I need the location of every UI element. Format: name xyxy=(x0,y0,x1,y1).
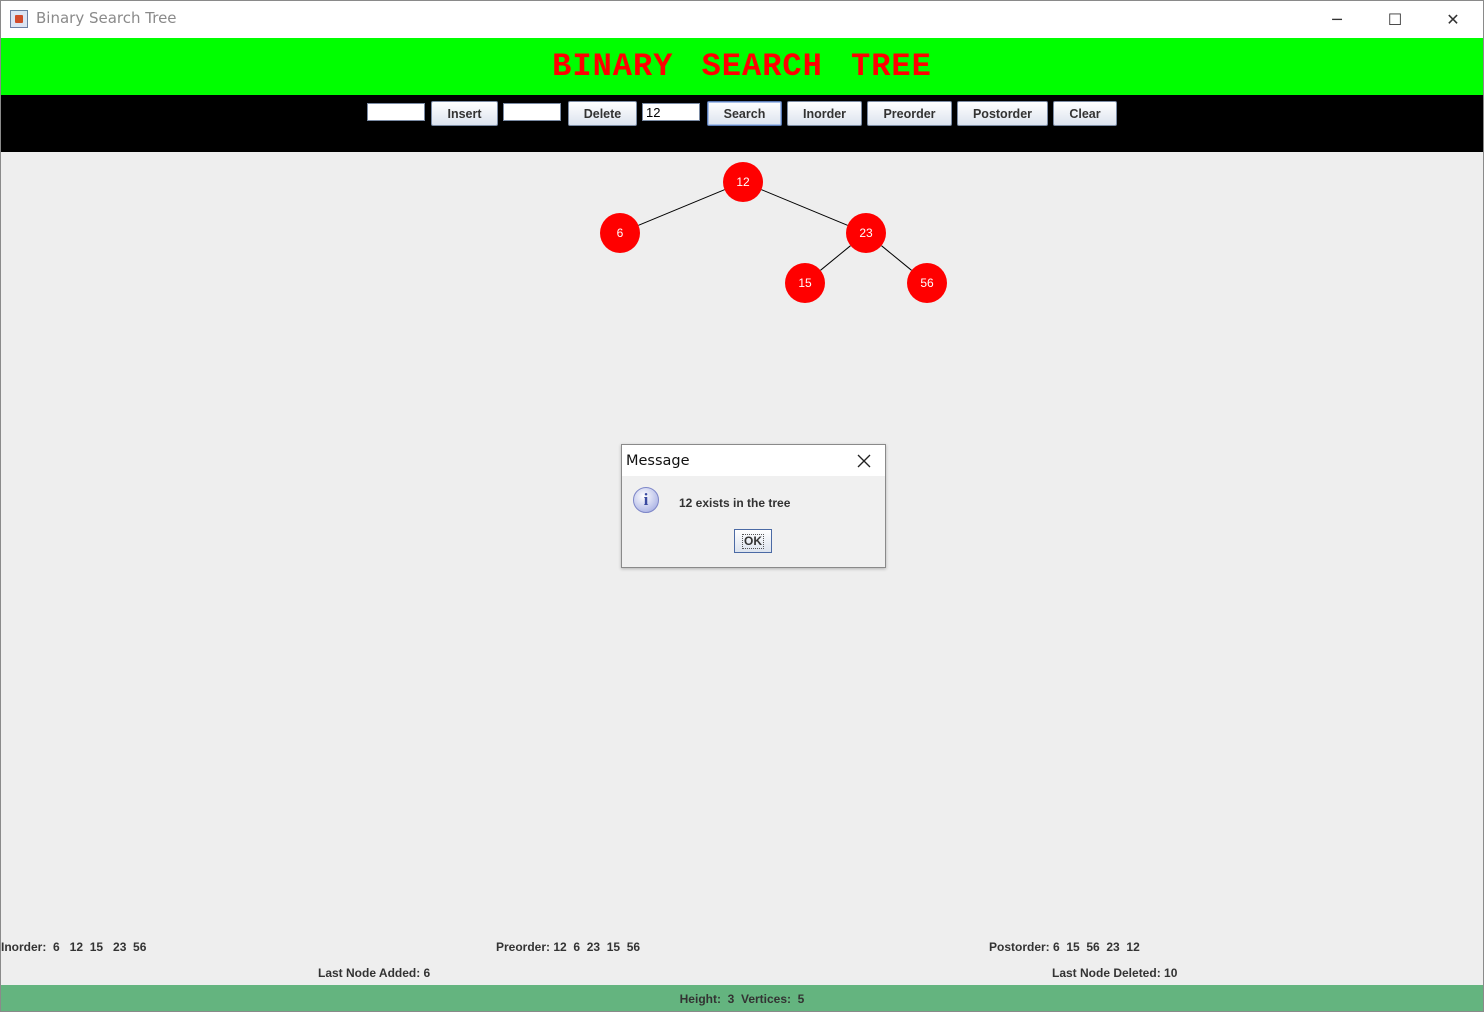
tree-edge xyxy=(638,189,725,226)
window-title: Binary Search Tree xyxy=(36,9,177,27)
banner-title: BINARY SEARCH TREE xyxy=(552,48,932,85)
tree-node-label: 23 xyxy=(859,226,873,240)
header-banner: BINARY SEARCH TREE xyxy=(1,38,1483,95)
clear-button[interactable]: Clear xyxy=(1053,101,1117,126)
dialog-message: 12 exists in the tree xyxy=(679,496,791,510)
close-icon: ✕ xyxy=(1446,9,1460,29)
tree-node-label: 15 xyxy=(798,276,812,290)
java-app-icon xyxy=(10,10,28,28)
tree-node-label: 56 xyxy=(920,276,934,290)
search-input[interactable] xyxy=(642,103,700,121)
info-icon: i xyxy=(633,487,659,513)
close-icon[interactable] xyxy=(854,451,874,471)
ok-label: OK xyxy=(742,533,764,549)
postorder-traversal: Postorder: 6 15 56 23 12 xyxy=(989,940,1140,954)
insert-button[interactable]: Insert xyxy=(431,101,498,126)
last-node-deleted: Last Node Deleted: 10 xyxy=(1052,966,1178,980)
delete-button[interactable]: Delete xyxy=(568,101,637,126)
dialog-title-bar: Message xyxy=(622,445,885,476)
title-bar: Binary Search Tree ─ ☐ ✕ xyxy=(1,1,1483,38)
maximize-button[interactable]: ☐ xyxy=(1375,5,1415,33)
postorder-button[interactable]: Postorder xyxy=(957,101,1048,126)
app-window: Binary Search Tree ─ ☐ ✕ BINARY SEARCH T… xyxy=(0,0,1484,1012)
message-dialog: Message i 12 exists in the tree OK xyxy=(621,444,886,568)
tree-node-label: 6 xyxy=(617,226,624,240)
inorder-traversal: Inorder: 6 12 15 23 56 xyxy=(1,940,147,954)
inorder-button[interactable]: Inorder xyxy=(787,101,862,126)
tree-edge xyxy=(820,245,851,271)
dialog-title: Message xyxy=(626,453,690,469)
toolbar: Insert Delete Search Inorder Preorder Po… xyxy=(1,95,1483,152)
tree-edge xyxy=(761,189,848,226)
preorder-button[interactable]: Preorder xyxy=(867,101,952,126)
delete-input[interactable] xyxy=(503,103,561,121)
minimize-icon: ─ xyxy=(1332,9,1342,29)
status-bar: Height: 3 Vertices: 5 xyxy=(1,985,1483,1011)
insert-input[interactable] xyxy=(367,103,425,121)
ok-button[interactable]: OK xyxy=(734,529,772,553)
close-window-button[interactable]: ✕ xyxy=(1433,5,1473,33)
tree-edge xyxy=(881,245,912,271)
maximize-icon: ☐ xyxy=(1387,9,1403,29)
preorder-traversal: Preorder: 12 6 23 15 56 xyxy=(496,940,641,954)
minimize-button[interactable]: ─ xyxy=(1317,5,1357,33)
status-text: Height: 3 Vertices: 5 xyxy=(679,992,805,1006)
search-button[interactable]: Search xyxy=(707,101,782,126)
tree-node-label: 12 xyxy=(736,175,750,189)
last-node-added: Last Node Added: 6 xyxy=(318,966,431,980)
